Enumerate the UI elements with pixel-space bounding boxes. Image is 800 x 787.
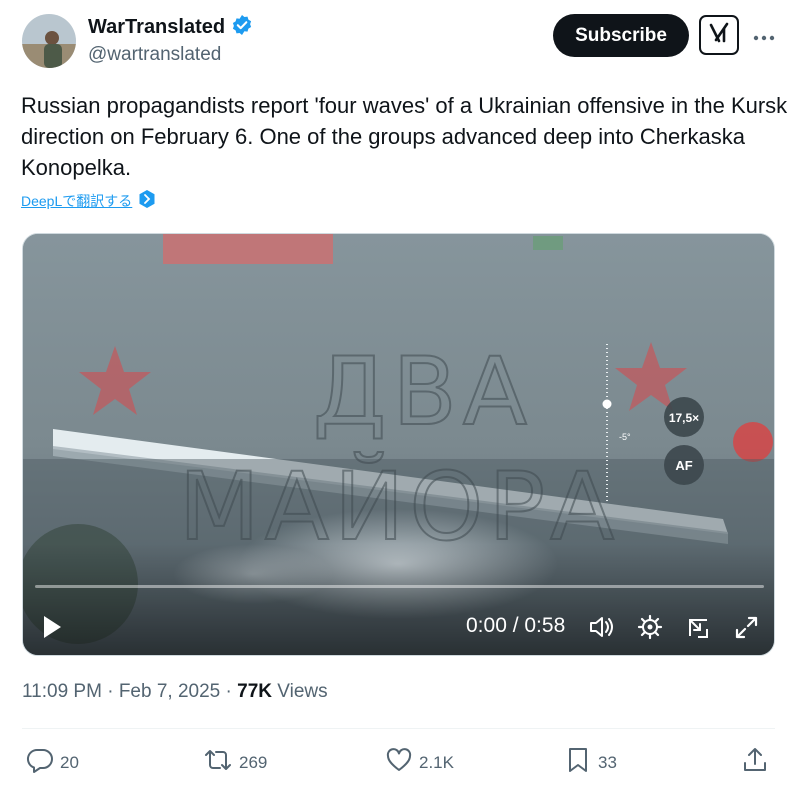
- verified-badge-icon: [231, 14, 253, 41]
- af-label: AF: [675, 458, 692, 473]
- bookmark-button[interactable]: 33: [564, 746, 617, 779]
- deepl-icon: [138, 189, 156, 212]
- more-options-button[interactable]: [750, 20, 778, 48]
- like-count: 2.1K: [419, 752, 454, 772]
- author-name[interactable]: WarTranslated: [88, 16, 225, 39]
- tweet-date[interactable]: Feb 7, 2025: [119, 681, 220, 702]
- repost-button[interactable]: 269: [203, 746, 267, 779]
- repost-icon: [203, 746, 233, 779]
- avatar[interactable]: [22, 14, 76, 68]
- tweet-text: Russian propagandists report 'four waves…: [21, 93, 788, 180]
- reply-icon: [26, 746, 54, 779]
- zoom-label: 17,5×: [669, 411, 699, 425]
- views-count: 77K: [237, 681, 272, 702]
- bookmark-icon: [564, 746, 592, 779]
- video-time: 0:00 / 0:58: [466, 614, 566, 637]
- more-dots-icon: [753, 21, 775, 47]
- author-handle[interactable]: @wartranslated: [88, 44, 221, 66]
- reply-button[interactable]: 20: [26, 746, 79, 779]
- settings-button[interactable]: [637, 614, 663, 640]
- heart-icon: [385, 746, 413, 779]
- divider: [22, 728, 775, 729]
- reply-count: 20: [60, 752, 79, 772]
- bookmark-count: 33: [598, 752, 617, 772]
- views-label: Views: [277, 681, 328, 702]
- translate-link[interactable]: DeepLで翻訳する: [21, 191, 132, 211]
- translate-row[interactable]: DeepLで翻訳する: [21, 189, 156, 212]
- scale-label: -5°: [619, 432, 631, 442]
- watermark-text: ДВА: [313, 338, 533, 447]
- tweet-time[interactable]: 11:09 PM: [22, 681, 102, 702]
- video-player[interactable]: ДВА МАЙОРА -5° 17,5× AF: [22, 233, 775, 656]
- share-button[interactable]: [741, 746, 769, 779]
- progress-track[interactable]: [35, 585, 764, 588]
- blurred-red-banner: [163, 234, 333, 264]
- grok-button[interactable]: [699, 15, 739, 55]
- author-name-row[interactable]: WarTranslated: [88, 14, 253, 41]
- share-icon: [741, 746, 769, 779]
- grok-icon: [707, 21, 731, 50]
- tweet-meta: 11:09 PM · Feb 7, 2025 · 77K Views: [22, 681, 328, 702]
- subscribe-button[interactable]: Subscribe: [553, 14, 689, 57]
- gear-icon: [637, 614, 663, 640]
- like-button[interactable]: 2.1K: [385, 746, 454, 779]
- repost-count: 269: [239, 752, 268, 772]
